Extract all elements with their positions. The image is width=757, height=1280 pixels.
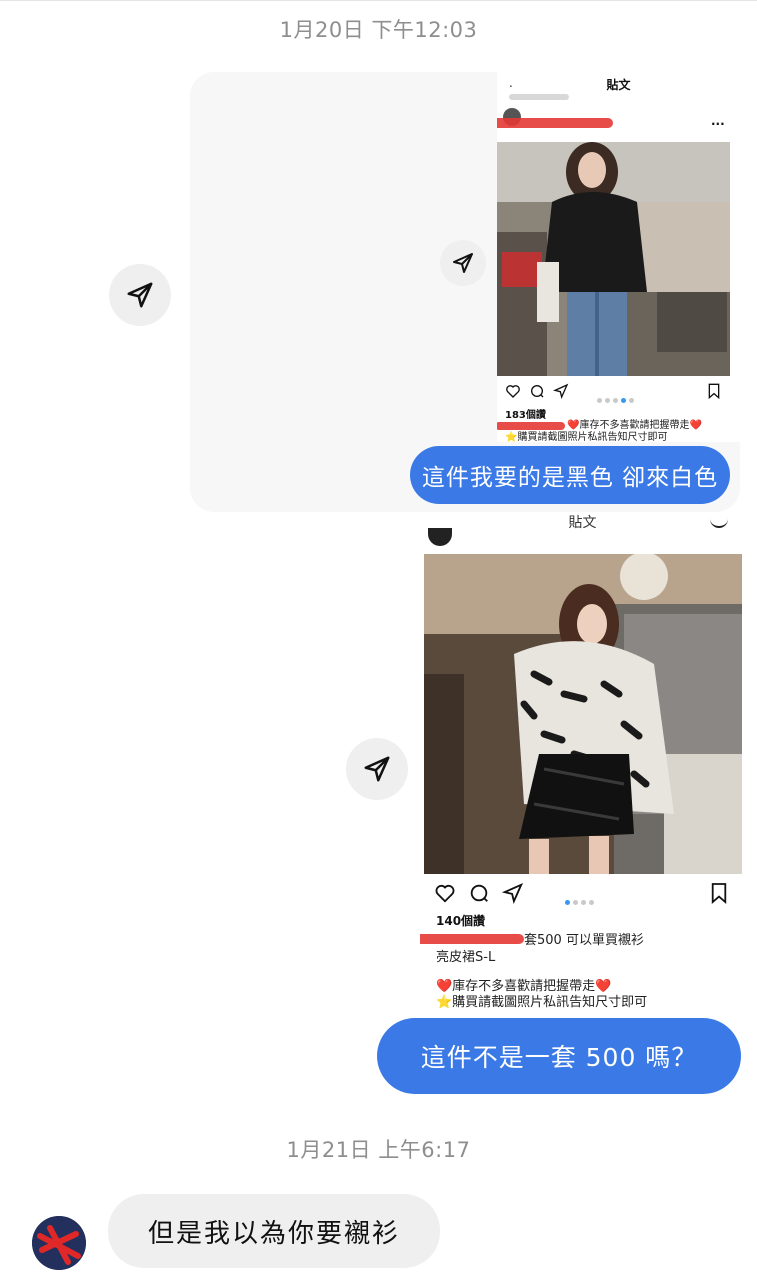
redaction-mark [420,934,524,944]
top-divider [0,0,757,1]
avatar [428,528,452,546]
share-button[interactable] [440,240,486,286]
timestamp-jan20: 1月20日 下午12:03 [279,18,478,42]
like-icon[interactable] [505,383,521,403]
avatar[interactable] [32,1216,86,1270]
post-screenshot-2[interactable]: 貼文 140個讚 套500 可以單買襯衫 亮皮裙S-L ❤️庫存不多喜歡請把握帶… [420,512,745,1018]
bookmark-icon[interactable] [710,882,728,908]
carousel-dots [565,890,597,909]
comment-icon[interactable] [529,383,545,403]
received-message[interactable]: 但是我以為你要襯衫 [108,1194,440,1268]
share-button[interactable] [346,738,408,800]
sent-message[interactable]: 這件不是一套 500 嗎？ [377,1018,741,1094]
send-icon[interactable] [552,383,569,403]
send-icon [127,282,153,308]
like-count: 140個讚 [436,914,486,928]
caption-line: 套500 可以單買襯衫 [524,933,644,948]
post-header-title: 貼文 [568,515,597,531]
redaction-mark [497,118,613,128]
like-count: 183個讚 [505,410,546,421]
post-photo-2 [424,554,742,874]
more-icon[interactable]: ... [711,114,725,128]
sent-message[interactable]: 這件我要的是黑色 卻來白色 [410,446,730,504]
like-icon[interactable] [434,882,456,908]
post-photo-1 [497,142,730,376]
post-screenshot-1[interactable]: 貼文 . ... 183個讚 ❤️庫存不多喜歡請把握帶走❤️ ⭐購買請截圖照片私… [497,72,740,442]
send-icon [453,253,473,273]
timestamp-jan21: 1月21日 上午6:17 [286,1138,471,1162]
subtitle-blur [509,94,569,100]
caption-line: ⭐購買請截圖照片私訊告知尺寸即可 [436,995,648,1010]
send-icon [364,756,390,782]
carousel-dots [597,388,637,407]
post-header-title: 貼文 [606,78,631,92]
bookmark-icon[interactable] [707,383,721,403]
caption-line: ⭐購買請截圖照片私訊告知尺寸即可 [505,432,668,442]
redaction-mark [497,422,565,430]
back-icon: . [509,76,513,90]
send-icon[interactable] [501,882,524,908]
caption-line: 亮皮裙S-L [436,950,496,965]
share-button[interactable] [109,264,171,326]
comment-icon[interactable] [468,882,490,908]
